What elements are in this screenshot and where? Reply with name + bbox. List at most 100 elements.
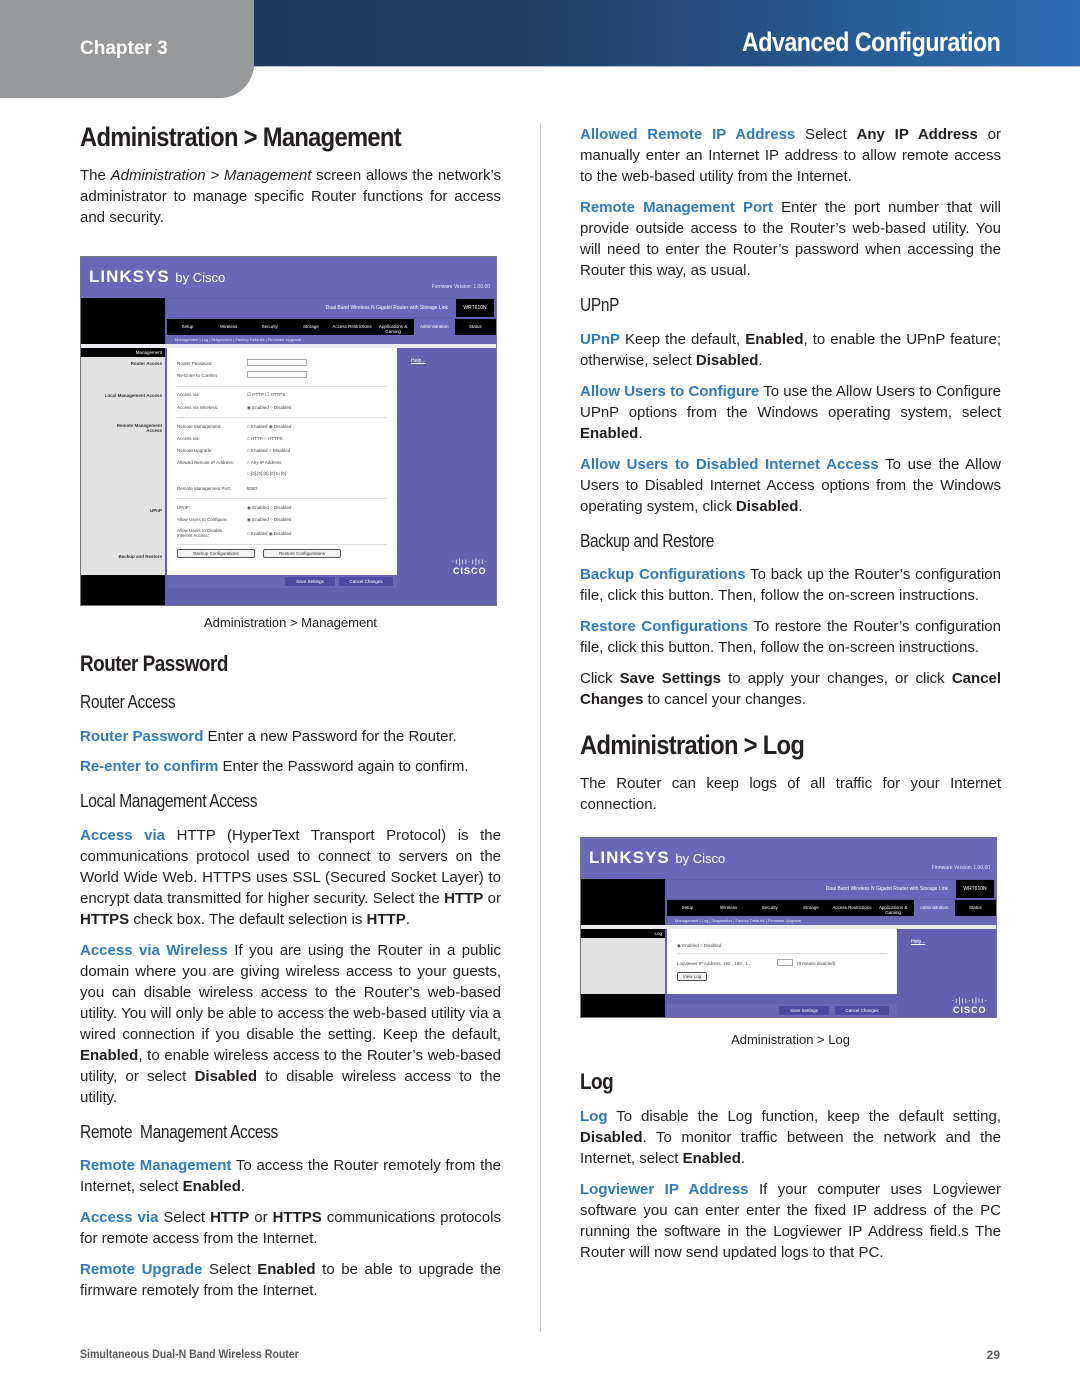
view-log-button[interactable]: View Log: [677, 972, 707, 982]
log-content: ◉ Enabled ○ Disabled Logviewer IP Addres…: [667, 929, 897, 995]
log-radios[interactable]: ◉ Enabled ○ Disabled: [677, 943, 721, 949]
confirm-input[interactable]: [247, 371, 307, 379]
product-name: Dual Band Wireless N Gigabit Router with…: [667, 880, 956, 899]
row-label: Access via Wireless:: [177, 405, 219, 411]
figure-caption: Administration > Management: [203, 615, 378, 631]
allow-disable-radios[interactable]: ○ Enabled ◉ Disabled: [247, 531, 291, 537]
allowed-ip-range[interactable]: ○ [0].[0].[0].[0] to [0]: [247, 471, 286, 476]
log-intro: The Router can keep logs of all traffic …: [580, 775, 1001, 814]
remote-access-via[interactable]: ○ HTTP ○ HTTPS: [247, 436, 283, 441]
logviewer-input[interactable]: [777, 959, 793, 967]
separator: [677, 953, 887, 955]
logviewer-ip-field[interactable]: [777, 959, 793, 967]
sub-tabs[interactable]: Management | Log | Diagnostics | Factory…: [167, 335, 496, 345]
tab-storage[interactable]: Storage: [790, 900, 831, 916]
cisco-wordmark: CISCO: [953, 1005, 987, 1016]
upnp-radios[interactable]: ◉ Enabled ○ Disabled: [247, 505, 291, 511]
bold-text: Disabled: [735, 497, 799, 515]
tab-security[interactable]: Security: [749, 900, 790, 916]
tab-wireless[interactable]: Wireless: [208, 319, 249, 335]
logo-text: LINKSYS: [589, 848, 670, 868]
log-screenshot: LINKSYS by Cisco Firmware Version: 1.00.…: [580, 837, 997, 1019]
term: Remote Management: [80, 1157, 232, 1175]
desc-text: .: [638, 424, 643, 442]
row-label: UPnP:: [177, 505, 191, 511]
tab-storage[interactable]: Storage: [290, 319, 331, 335]
nav-local-management: Local Management Access: [104, 393, 162, 399]
confirm-password-field[interactable]: [247, 371, 307, 379]
tab-access-restrictions[interactable]: Access Restrictions: [832, 900, 873, 916]
bold-text: HTTP: [366, 910, 406, 928]
tab-setup[interactable]: Setup: [167, 319, 208, 335]
allowed-ip-desc: Allowed Remote IP Address Select Any IP …: [580, 124, 1001, 187]
upnp-desc: UPnP Keep the default, Enabled, to enabl…: [580, 329, 1001, 371]
section-title-management: Administration > Management: [80, 122, 402, 152]
management-screenshot: LINKSYS by Cisco Firmware Version: 1.00.…: [80, 256, 497, 607]
log-desc: Log To disable the Log function, keep th…: [580, 1106, 1001, 1169]
help-link[interactable]: Help...: [911, 939, 925, 945]
cancel-changes-button[interactable]: Cancel Changes: [835, 1006, 889, 1016]
row-label: Remote Management Port:: [177, 486, 232, 492]
row-label: Allow Users to Disable Internet Access:: [177, 528, 223, 539]
remote-port-field[interactable]: 8080: [247, 486, 257, 491]
remote-upgrade-desc: Remote Upgrade Select Enabled to be able…: [80, 1259, 501, 1301]
model-number: WRT610N: [956, 880, 994, 899]
linksys-header: LINKSYS by Cisco Firmware Version: 1.00.…: [581, 838, 996, 880]
term: Access via: [80, 1209, 159, 1227]
bold-text: Disabled: [194, 1067, 258, 1085]
tab-setup[interactable]: Setup: [667, 900, 708, 916]
heading-router-access: Router Access: [80, 692, 176, 713]
help-link[interactable]: Help...: [411, 358, 425, 364]
access-via-desc: Access via HTTP (HyperText Transport Pro…: [80, 825, 501, 930]
bold-text: Disabled: [695, 351, 759, 369]
bold-text: Enabled: [745, 330, 804, 348]
tab-applications-gaming[interactable]: Applications & Gaming: [373, 319, 414, 335]
sub-tabs[interactable]: Management | Log | Diagnostics | Factory…: [667, 916, 996, 926]
term: Log: [580, 1107, 608, 1125]
desc-text: Click: [580, 670, 620, 688]
password-input[interactable]: [247, 359, 307, 367]
tab-applications-gaming[interactable]: Applications & Gaming: [873, 900, 914, 916]
product-name: Dual Band Wireless N Gigabit Router with…: [167, 299, 456, 318]
remote-management-radios[interactable]: ○ Enabled ◉ Disabled: [247, 424, 291, 430]
term: Remote Upgrade: [80, 1261, 203, 1279]
right-column: Allowed Remote IP Address Select Any IP …: [580, 124, 1001, 1263]
bottom-bar: Save Settings Cancel Changes: [167, 575, 397, 589]
reenter-desc: Re-enter to confirm Enter the Password a…: [80, 756, 501, 777]
bold-text: Enabled: [682, 1149, 741, 1167]
tab-wireless[interactable]: Wireless: [708, 900, 749, 916]
term: Access via Wireless: [80, 941, 228, 959]
logviewer-label: Logviewer IP Address: 192 . 168 . 1 .: [677, 961, 751, 967]
tab-access-restrictions[interactable]: Access Restrictions: [332, 319, 373, 335]
term: Logviewer IP Address: [580, 1180, 749, 1198]
column-divider: [540, 122, 541, 1332]
tab-administration[interactable]: Administration: [913, 900, 955, 917]
tab-status[interactable]: Status: [955, 900, 996, 916]
settings-content: Router Password Re-Enter to Confirm Acce…: [167, 348, 397, 576]
restore-configurations-button[interactable]: Restore Configurations: [263, 549, 341, 559]
allow-disable-desc: Allow Users to Disabled Internet Access …: [580, 454, 1001, 517]
nav-remote-management: Remote Management Access: [116, 423, 162, 434]
backup-configurations-button[interactable]: Backup Configurations: [177, 549, 255, 559]
allowed-ip-any[interactable]: ○ Any IP Address: [247, 460, 281, 465]
router-password-field[interactable]: [247, 359, 307, 367]
remote-management-desc: Remote Management To access the Router r…: [80, 1155, 501, 1197]
remote-upgrade-radios[interactable]: ○ Enabled ○ Disabled: [247, 448, 290, 453]
access-wireless-radios[interactable]: ◉ Enabled ○ Disabled: [247, 405, 291, 411]
intro-italic: Administration > Management: [110, 167, 312, 185]
logo-suffix: by Cisco: [175, 270, 226, 286]
heading-backup-restore: Backup and Restore: [580, 530, 715, 551]
nav-router-access: Router Access: [130, 361, 162, 367]
nav-backup-restore: Backup and Restore: [118, 554, 162, 560]
tab-security[interactable]: Security: [249, 319, 290, 335]
access-via-checkboxes[interactable]: ☑ HTTP ☐ HTTPS: [247, 392, 285, 398]
allow-configure-radios[interactable]: ◉ Enabled ○ Disabled: [247, 517, 291, 523]
cancel-changes-button[interactable]: Cancel Changes: [339, 577, 393, 587]
term: Backup Configurations: [580, 566, 746, 584]
desc-text: . To monitor traffic between the network…: [580, 1128, 1001, 1167]
tab-administration[interactable]: Administration: [413, 319, 455, 336]
save-settings-button[interactable]: Save Settings: [779, 1006, 829, 1016]
separator: [177, 417, 387, 419]
save-settings-button[interactable]: Save Settings: [285, 577, 335, 587]
tab-status[interactable]: Status: [455, 319, 496, 335]
